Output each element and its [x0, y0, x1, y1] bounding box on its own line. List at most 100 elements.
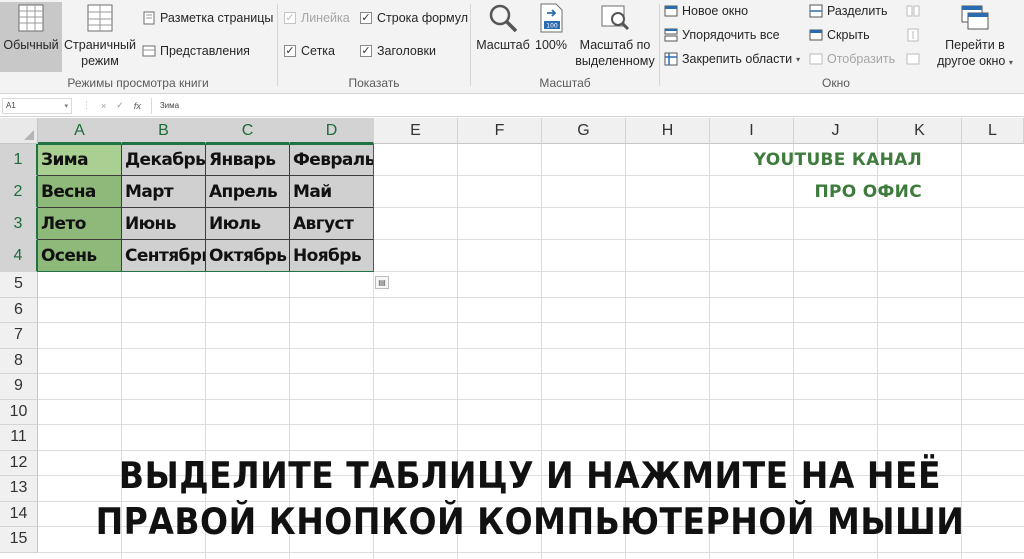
column-header-i[interactable]: I — [710, 118, 794, 144]
row-header-5[interactable]: 5 — [0, 272, 38, 298]
new-window-label: Новое окно — [682, 4, 749, 18]
cell-b2[interactable]: Март — [122, 176, 206, 208]
promo-line2: ПРО ОФИС — [814, 182, 922, 202]
row-header-4[interactable]: 4 — [0, 240, 38, 272]
cell-b3[interactable]: Июнь — [122, 208, 206, 240]
unhide-button[interactable]: Отобразить — [809, 49, 895, 69]
column-header-c[interactable]: C — [206, 118, 290, 144]
column-header-j[interactable]: J — [794, 118, 878, 144]
column-header-b[interactable]: B — [122, 118, 206, 144]
zoom-selection-label2: выделенному — [575, 54, 655, 68]
group-show: ✓ Линейка ✓ Строка формул ✓ Сетка ✓ Заго… — [278, 0, 470, 94]
gridline-horizontal — [38, 322, 1024, 323]
formula-input[interactable]: Зима — [150, 97, 1024, 114]
column-header-k[interactable]: K — [878, 118, 962, 144]
sync-scroll-button[interactable] — [906, 25, 924, 45]
name-box[interactable]: A1 ▾ — [2, 97, 72, 114]
row-header-11[interactable]: 11 — [0, 425, 38, 451]
page-layout-label: Разметка страницы — [160, 11, 274, 25]
row-header-14[interactable]: 14 — [0, 501, 38, 527]
gridlines-check-icon: ✓ — [284, 45, 296, 57]
switch-windows-label2-text: другое окно — [937, 54, 1006, 68]
new-window-button[interactable]: Новое окно — [664, 1, 748, 21]
page-break-view-button[interactable]: Страничный режим — [62, 2, 138, 69]
headings-checkbox[interactable]: ✓ Заголовки — [360, 41, 436, 61]
select-all-corner[interactable] — [0, 118, 38, 144]
normal-view-label: Обычный — [3, 38, 59, 52]
gridlines-checkbox[interactable]: ✓ Сетка — [284, 41, 335, 61]
cell-d3[interactable]: Август — [290, 208, 374, 240]
zoom-label: Масштаб — [476, 38, 530, 52]
custom-views-icon — [142, 45, 156, 57]
switch-windows-button[interactable]: Перейти в другое окно ▾ — [928, 2, 1022, 71]
cancel-icon[interactable]: × — [101, 101, 106, 111]
row-header-10[interactable]: 10 — [0, 399, 38, 425]
column-header-f[interactable]: F — [458, 118, 542, 144]
cell-a4[interactable]: Осень — [38, 240, 122, 272]
split-label: Разделить — [827, 4, 888, 18]
freeze-panes-button[interactable]: Закрепить области ▾ — [664, 49, 800, 69]
cell-c3[interactable]: Июль — [206, 208, 290, 240]
column-header-l[interactable]: L — [962, 118, 1024, 144]
zoom-100-button[interactable]: 100 100% — [533, 2, 569, 53]
name-box-value: A1 — [6, 101, 16, 110]
cell-a1[interactable]: Зима — [38, 144, 122, 176]
normal-view-button[interactable]: Обычный — [0, 2, 62, 72]
custom-views-label: Представления — [160, 44, 250, 58]
reset-window-button[interactable] — [906, 49, 924, 69]
row-header-15[interactable]: 15 — [0, 527, 38, 553]
hide-button[interactable]: Скрыть — [809, 25, 870, 45]
custom-views-button[interactable]: Представления — [142, 41, 250, 61]
row-header-8[interactable]: 8 — [0, 348, 38, 374]
cell-d2[interactable]: Май — [290, 176, 374, 208]
row-header-6[interactable]: 6 — [0, 297, 38, 323]
row-header-12[interactable]: 12 — [0, 450, 38, 476]
gridline-horizontal — [38, 551, 1024, 553]
zoom-selection-label1: Масштаб по — [579, 38, 651, 52]
cell-d1[interactable]: Февраль — [290, 144, 374, 176]
cell-c4[interactable]: Октябрь — [206, 240, 290, 272]
column-header-a[interactable]: A — [38, 118, 122, 144]
insert-function-icon[interactable]: fx — [134, 101, 141, 111]
ruler-check-icon: ✓ — [284, 12, 296, 24]
cell-d4[interactable]: Ноябрь — [290, 240, 374, 272]
cell-a2[interactable]: Весна — [38, 176, 122, 208]
row-header-3[interactable]: 3 — [0, 208, 38, 240]
cell-c1[interactable]: Январь — [206, 144, 290, 176]
gridline-horizontal — [38, 347, 1024, 349]
zoom-100-label: 100% — [535, 38, 567, 52]
unhide-icon — [809, 53, 823, 65]
cell-b1[interactable]: Декабрь — [122, 144, 206, 176]
column-header-h[interactable]: H — [626, 118, 710, 144]
zoom-to-selection-button[interactable]: Масштаб по выделенному — [571, 2, 659, 69]
page-layout-button[interactable]: Разметка страницы — [142, 8, 273, 28]
gridlines-label: Сетка — [301, 44, 335, 58]
chevron-down-icon: ▾ — [64, 102, 68, 110]
cell-c2[interactable]: Апрель — [206, 176, 290, 208]
cell-a3[interactable]: Лето — [38, 208, 122, 240]
gridline-horizontal — [38, 398, 1024, 400]
cell-b4[interactable]: Сентябрь — [122, 240, 206, 272]
ruler-checkbox[interactable]: ✓ Линейка — [284, 8, 350, 28]
zoom-button[interactable]: Масштаб — [473, 2, 533, 53]
row-header-2[interactable]: 2 — [0, 176, 38, 208]
column-header-e[interactable]: E — [374, 118, 458, 144]
ribbon: Обычный Страничный режим Разметка страни… — [0, 0, 1024, 94]
enter-icon[interactable]: ✓ — [116, 100, 124, 111]
split-button[interactable]: Разделить — [809, 1, 888, 21]
quick-analysis-icon[interactable]: ▤ — [375, 276, 389, 289]
column-header-g[interactable]: G — [542, 118, 626, 144]
row-header-9[interactable]: 9 — [0, 374, 38, 400]
column-header-d[interactable]: D — [290, 118, 374, 144]
group-label-zoom: Масштаб — [539, 76, 591, 90]
new-window-icon — [664, 5, 678, 17]
row-header-1[interactable]: 1 — [0, 144, 38, 176]
page-break-view-label1: Страничный — [64, 38, 136, 52]
formula-bar-checkbox[interactable]: ✓ Строка формул — [360, 8, 468, 28]
row-header-7[interactable]: 7 — [0, 323, 38, 349]
row-header-13[interactable]: 13 — [0, 476, 38, 502]
worksheet-grid[interactable]: A B C D E F G H I J K L 1 2 3 4 5 6 7 8 9 10 11 12 13 14 15 Зима Дек… — [0, 118, 1024, 559]
arrange-all-button[interactable]: Упорядочить все — [664, 25, 780, 45]
view-side-by-side-button[interactable] — [906, 1, 924, 21]
reset-window-icon — [906, 53, 920, 65]
